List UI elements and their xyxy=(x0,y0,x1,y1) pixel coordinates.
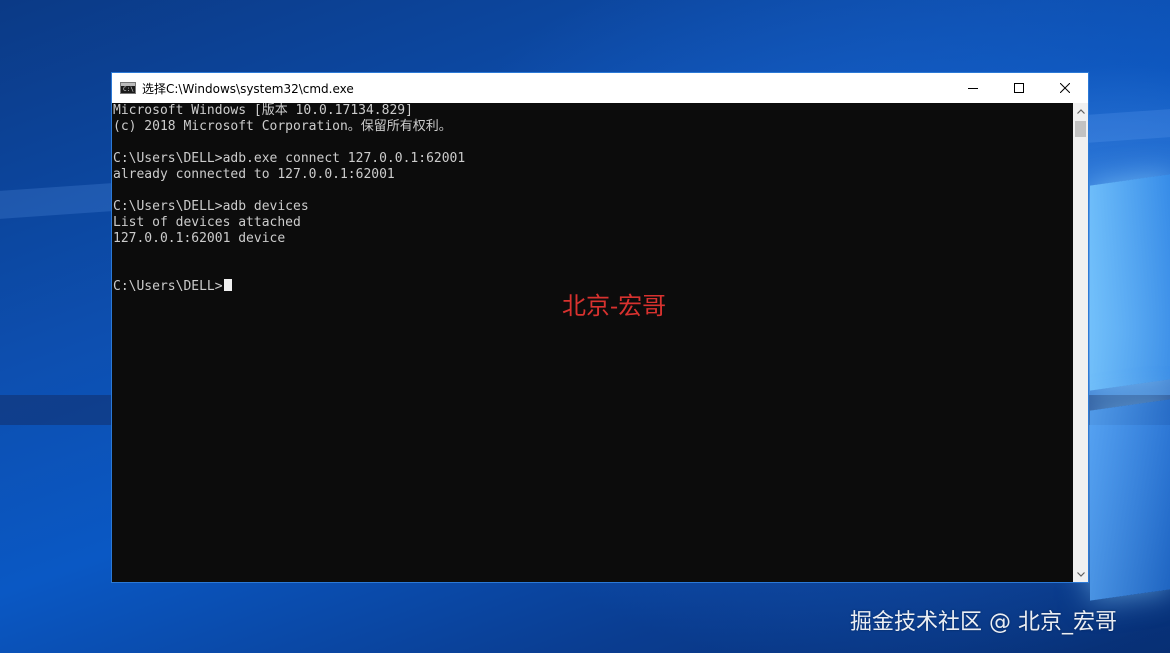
minimize-button[interactable] xyxy=(950,73,996,103)
cmd-app-icon[interactable]: C:\ xyxy=(120,82,136,94)
chevron-up-icon xyxy=(1076,108,1085,114)
caption-buttons xyxy=(950,73,1088,103)
prompt-text: C:\Users\DELL> xyxy=(113,279,223,294)
chevron-down-icon xyxy=(1076,571,1085,577)
close-icon xyxy=(1060,83,1070,93)
console-line: (c) 2018 Microsoft Corporation。保留所有权利。 xyxy=(113,119,452,134)
red-watermark: 北京-宏哥 xyxy=(562,292,667,320)
console-text: Microsoft Windows [版本 10.0.17134.829] (c)… xyxy=(112,103,1073,295)
console-line: List of devices attached xyxy=(113,215,301,230)
console-line: already connected to 127.0.0.1:62001 xyxy=(113,167,395,182)
vertical-scrollbar[interactable] xyxy=(1073,103,1088,582)
app-icon-label: C:\ xyxy=(123,86,134,93)
window-title: 选择C:\Windows\system32\cmd.exe xyxy=(142,81,354,96)
console-output[interactable]: Microsoft Windows [版本 10.0.17134.829] (c)… xyxy=(112,103,1073,582)
logo-pane-top xyxy=(1090,174,1170,391)
scroll-down-button[interactable] xyxy=(1073,566,1088,582)
console-line: C:\Users\DELL>adb devices xyxy=(113,199,309,214)
close-button[interactable] xyxy=(1042,73,1088,103)
scroll-thumb[interactable] xyxy=(1075,121,1086,137)
maximize-button[interactable] xyxy=(996,73,1042,103)
windows-logo xyxy=(1090,174,1170,601)
title-bar[interactable]: C:\ 选择C:\Windows\system32\cmd.exe xyxy=(112,73,1088,103)
cmd-window[interactable]: C:\ 选择C:\Windows\system32\cmd.exe Micros… xyxy=(111,72,1089,583)
juejin-watermark: 掘金技术社区 @ 北京_宏哥 xyxy=(850,610,1117,635)
console-line: Microsoft Windows [版本 10.0.17134.829] xyxy=(113,103,413,118)
console-line: C:\Users\DELL>adb.exe connect 127.0.0.1:… xyxy=(113,151,466,166)
maximize-icon xyxy=(1014,83,1024,93)
logo-pane-bottom xyxy=(1090,399,1170,601)
console-line: 127.0.0.1:62001 device xyxy=(113,231,286,246)
minimize-icon xyxy=(968,88,978,89)
text-cursor xyxy=(223,279,232,291)
scroll-up-button[interactable] xyxy=(1073,103,1088,119)
